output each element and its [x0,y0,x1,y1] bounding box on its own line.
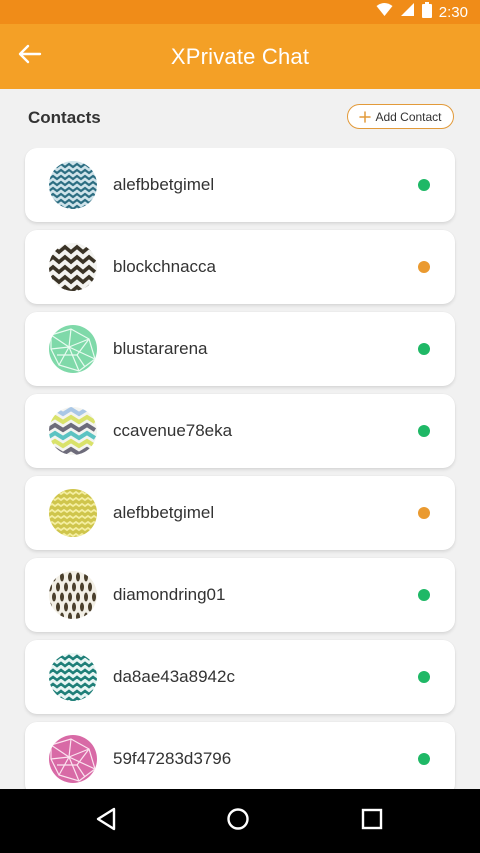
contact-name: blustararena [113,339,208,358]
battery-icon [421,1,432,23]
status-away-indicator [418,261,430,273]
status-online-indicator [418,671,430,683]
status-online-indicator [418,179,430,191]
contact-item[interactable]: ccavenue78eka [25,394,455,468]
plus-icon [359,110,372,123]
contact-item[interactable]: 59f47283d3796 [25,722,455,789]
contact-name: blockchnacca [113,257,217,276]
avatar [49,243,97,291]
nav-home-button[interactable] [218,801,258,841]
contact-list[interactable]: alefbbetgimel blockchnacca blustararena … [0,148,480,789]
status-bar: 2:30 [0,0,480,24]
nav-back-button[interactable] [86,801,126,841]
contact-name: da8ae43a8942c [113,667,235,686]
contact-item[interactable]: da8ae43a8942c [25,640,455,714]
add-contact-button[interactable]: Add Contact [347,104,454,129]
wifi-icon [376,2,393,22]
contact-name: ccavenue78eka [113,421,233,440]
contact-name: alefbbetgimel [113,175,215,194]
avatar [49,407,97,455]
contacts-title: Contacts [28,108,101,127]
navigation-bar [0,789,480,853]
contact-item[interactable]: alefbbetgimel [25,476,455,550]
app-bar: XPrivate Chat [0,24,480,89]
contact-item[interactable]: alefbbetgimel [25,148,455,222]
status-online-indicator [418,343,430,355]
contact-item[interactable]: blustararena [25,312,455,386]
contact-name: alefbbetgimel [113,503,215,522]
avatar [49,653,97,701]
status-online-indicator [418,425,430,437]
contact-name: diamondring01 [113,585,226,604]
contacts-header: Contacts Add Contact [0,89,480,145]
page-title: XPrivate Chat [170,44,310,69]
home-circle-icon [226,807,250,836]
avatar [49,571,97,619]
contact-item[interactable]: blockchnacca [25,230,455,304]
status-time: 2:30 [438,3,468,21]
back-triangle-icon [95,807,117,836]
back-button[interactable] [10,36,50,76]
avatar [49,489,97,537]
add-contact-label: Add Contact [375,109,442,124]
avatar [49,735,97,783]
status-icons: 2:30 [376,1,468,23]
arrow-left-icon [18,44,42,69]
status-away-indicator [418,507,430,519]
avatar [49,161,97,209]
cellular-signal-icon [400,2,415,22]
contact-name: 59f47283d3796 [113,749,232,768]
contact-item[interactable]: diamondring01 [25,558,455,632]
status-online-indicator [418,753,430,765]
nav-recents-button[interactable] [352,801,392,841]
avatar [49,325,97,373]
status-online-indicator [418,589,430,601]
recents-square-icon [361,808,383,835]
